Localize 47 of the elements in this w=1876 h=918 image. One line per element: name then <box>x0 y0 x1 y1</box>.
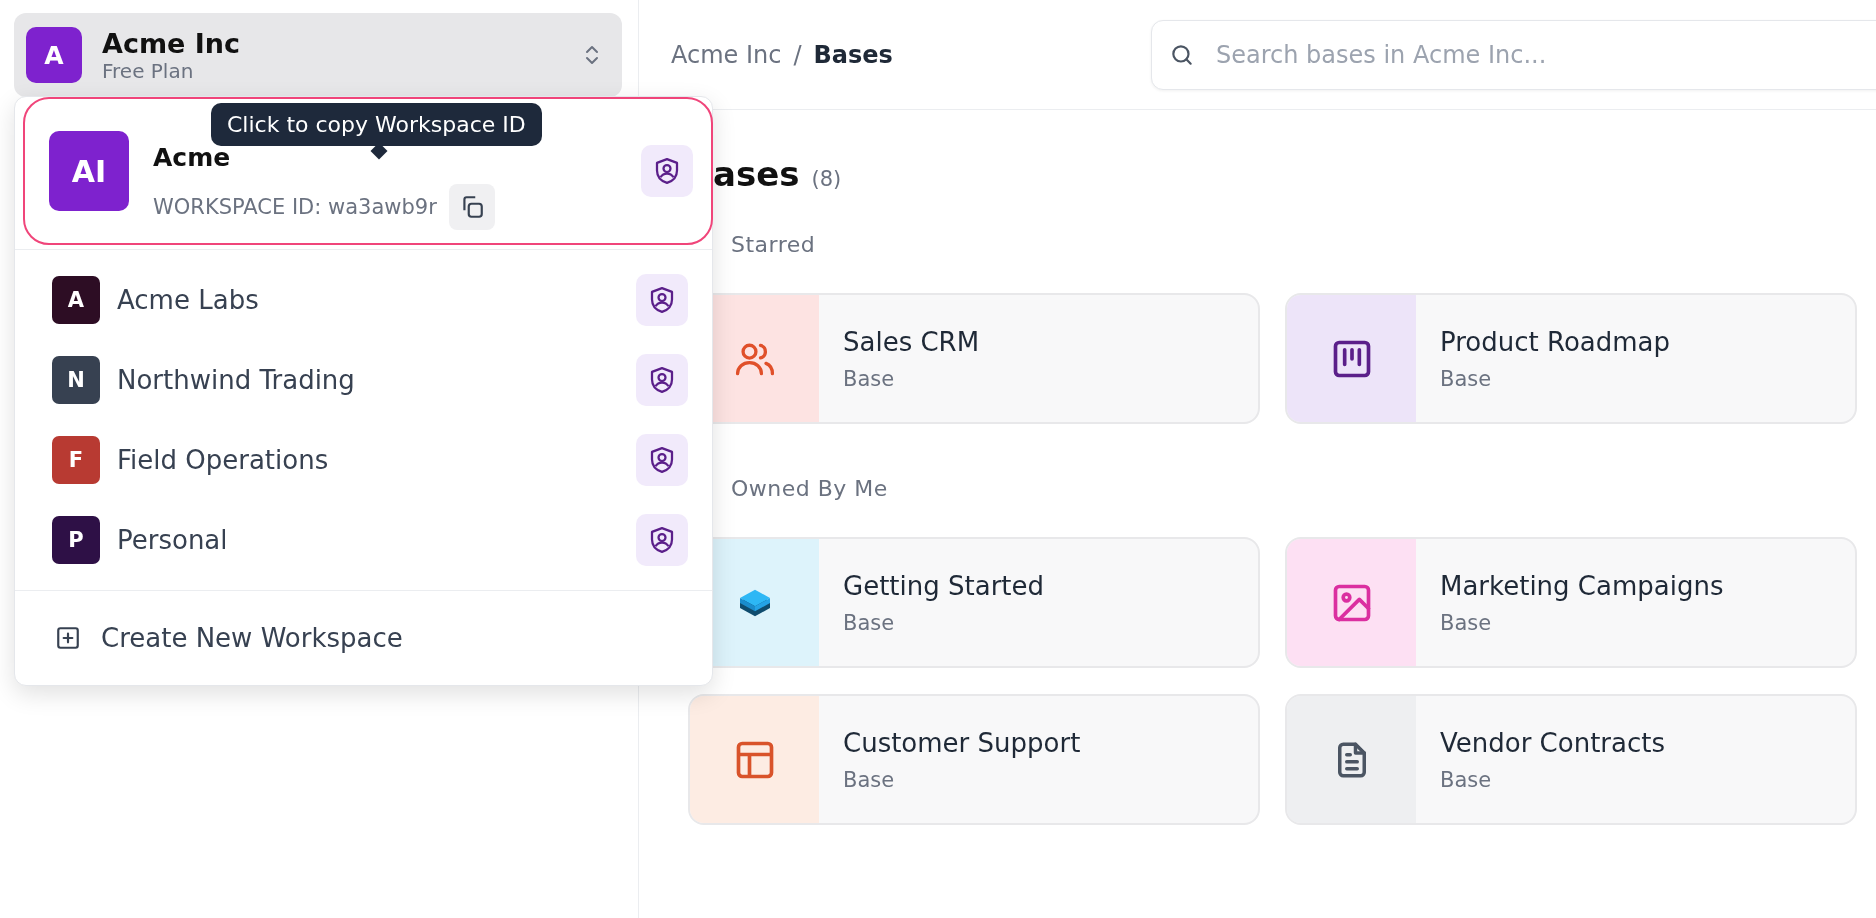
admin-button[interactable] <box>636 514 688 566</box>
workspace-avatar: AI <box>49 131 129 211</box>
base-type: Base <box>1440 610 1493 635</box>
page-title: ases <box>713 154 800 194</box>
create-workspace-label: Create New Workspace <box>101 623 403 653</box>
base-name: Vendor Contracts <box>1440 727 1665 758</box>
base-type: Base <box>843 767 896 792</box>
admin-button[interactable] <box>636 434 688 486</box>
workspace-id: WORKSPACE ID: wa3awb9r <box>153 194 437 219</box>
section-label: Starred <box>730 232 817 257</box>
workspace-name: Field Operations <box>117 445 330 475</box>
base-name: Getting Started <box>843 570 1045 601</box>
workspace-name: Northwind Trading <box>117 365 356 395</box>
admin-button[interactable] <box>636 354 688 406</box>
workspace-avatar: P <box>52 516 100 564</box>
workspace-avatar: A <box>52 276 100 324</box>
base-name: Marketing Campaigns <box>1440 570 1724 601</box>
workspace-name: Acme Inc <box>102 27 242 59</box>
breadcrumb-separator: / <box>793 40 802 69</box>
workspace-avatar: A <box>26 27 82 83</box>
plus-square-icon <box>55 625 81 651</box>
admin-button[interactable] <box>641 145 693 197</box>
workspace-avatar: F <box>52 436 100 484</box>
copy-button[interactable] <box>448 183 495 230</box>
base-name: Sales CRM <box>843 326 980 357</box>
base-type: Base <box>843 366 896 391</box>
workspace-name: Acme Labs <box>117 285 260 315</box>
base-card[interactable]: Customer Support Base <box>688 694 1260 825</box>
section-label: Owned By Me <box>730 476 889 501</box>
workspace-switcher[interactable]: A Acme Inc Free Plan <box>14 13 622 97</box>
tooltip: Click to copy Workspace ID <box>211 103 542 146</box>
base-type: Base <box>1440 767 1493 792</box>
base-type: Base <box>1440 366 1493 391</box>
base-name: Product Roadmap <box>1440 326 1670 357</box>
base-type: Base <box>843 610 896 635</box>
admin-button[interactable] <box>636 274 688 326</box>
base-card[interactable]: Product Roadmap Base <box>1285 293 1857 424</box>
workspace-avatar: N <box>52 356 100 404</box>
workspace-name: Personal <box>117 525 229 555</box>
base-card[interactable]: Marketing Campaigns Base <box>1285 537 1857 668</box>
base-name: Customer Support <box>843 727 1081 758</box>
search-field[interactable]: Search bases in Acme Inc... <box>1151 19 1876 90</box>
plan-label: Free Plan <box>102 58 195 83</box>
base-card[interactable]: Vendor Contracts Base <box>1285 694 1857 825</box>
breadcrumb-current: Bases <box>813 40 893 69</box>
base-count: (8) <box>811 167 842 191</box>
breadcrumb-link[interactable]: Acme Inc <box>671 40 782 69</box>
